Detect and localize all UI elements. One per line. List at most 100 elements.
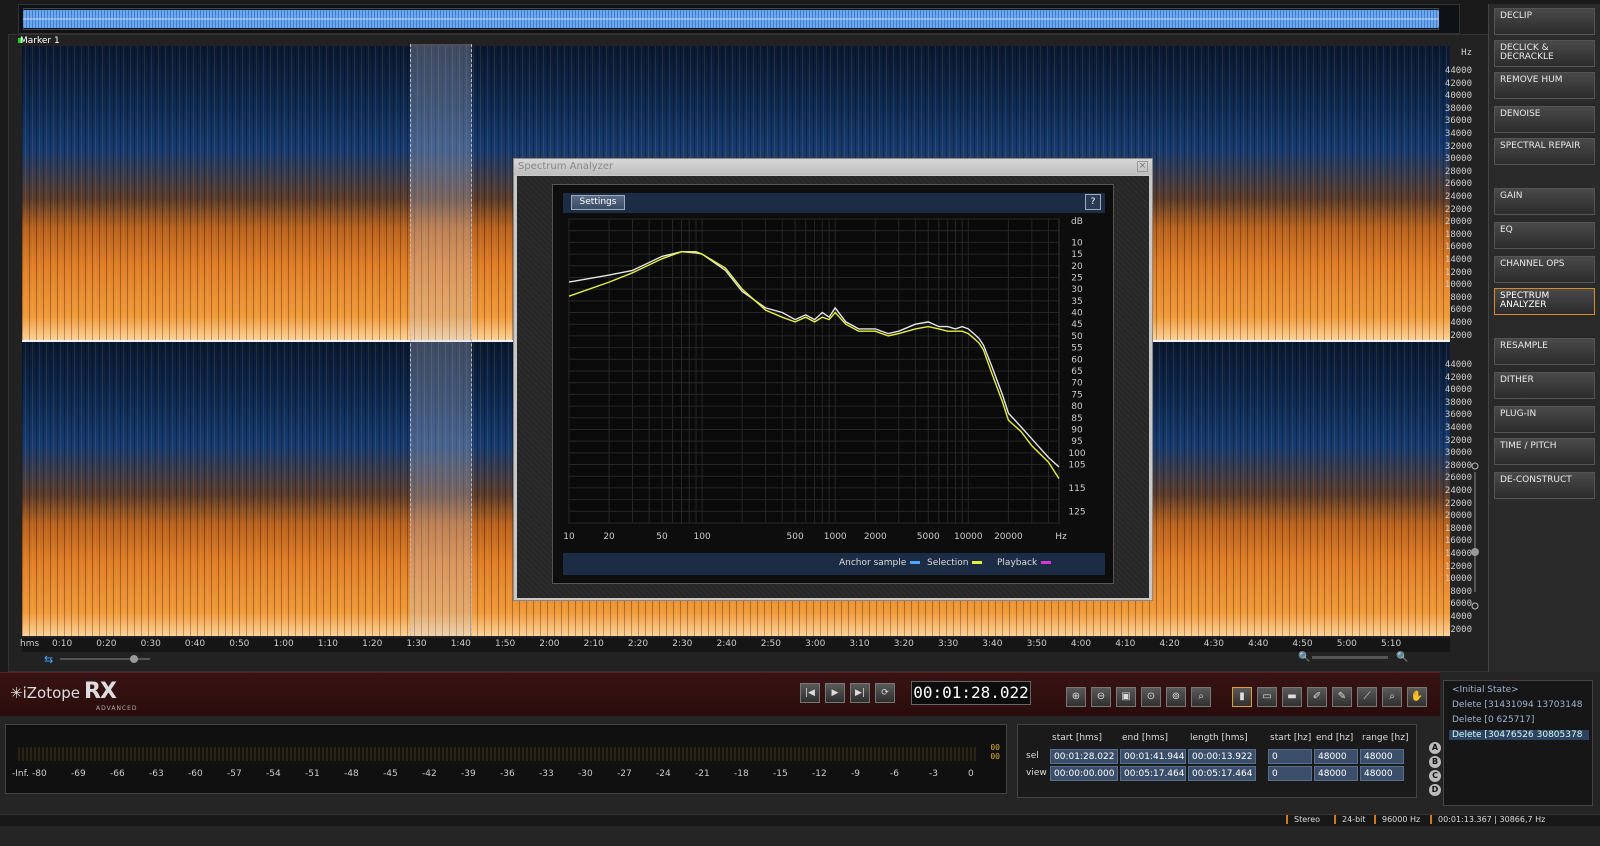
x-tick-label: 10 [563,532,575,542]
zoom-out-icon[interactable]: 🔍 [1298,652,1310,663]
time-tick: 0:50 [229,639,250,649]
go-to-start-button[interactable]: |◀ [800,683,820,703]
meter-scale-label: -3 [929,769,938,779]
spectrum-analyzer-window[interactable]: Spectrum Analyzer × Settings ? 10 15 20 25 3… [513,158,1153,601]
overview-view-window[interactable] [23,8,1439,30]
view-end-field[interactable]: 00:05:17.464 [1120,766,1186,781]
play-button[interactable]: ▶ [825,683,845,703]
module-button-time-pitch[interactable]: Time / Pitch [1494,438,1595,465]
lasso-tool[interactable]: ✐ [1307,687,1327,707]
time-tick: 5:10 [1381,639,1402,649]
box-select-tool[interactable]: ▭ [1257,687,1277,707]
x-tick-label: 20 [603,532,615,542]
module-button-channel-ops[interactable]: Channel Ops [1494,256,1595,283]
zoom-fit-tool[interactable]: ⌕ [1191,687,1211,707]
history-tab-c[interactable]: C [1429,770,1441,782]
time-tick: 1:10 [317,639,339,649]
sel-start-field[interactable]: 00:01:28.022 [1050,749,1118,764]
y-tick-label: 20 [1071,262,1083,272]
hz-label: 32000 [1444,141,1472,152]
brush-tool[interactable]: ✎ [1332,687,1352,707]
magnify-tool[interactable]: ⌕ [1382,687,1402,707]
horizontal-zoom-slider[interactable] [60,655,150,663]
time-selection[interactable] [410,44,472,636]
view-end_hz-field[interactable]: 48000 [1314,766,1358,781]
freq-select-tool[interactable]: ▬ [1282,687,1302,707]
history-item[interactable]: Delete [30476526 30805378 [1449,730,1589,740]
sel-end-field[interactable]: 00:01:41.944 [1120,749,1186,764]
history-tab-a[interactable]: A [1429,742,1441,754]
legend-playback: Playback [997,558,1052,568]
undo-history-panel: <Initial State> Delete [31431094 13703148… [1443,680,1593,806]
module-button-spectral-repair[interactable]: Spectral Repair [1494,138,1595,165]
zoom-time-tool[interactable]: ⊙ [1141,687,1161,707]
sel-range_hz-field[interactable]: 48000 [1360,749,1404,764]
module-button-eq[interactable]: EQ [1494,222,1595,249]
close-icon[interactable]: × [1137,161,1148,172]
time-tick: 3:40 [982,639,1003,649]
vertical-zoom-slider[interactable] [1468,462,1482,612]
play-selection-icon: ▶| [855,688,865,698]
x-tick-label: 5000 [917,532,940,542]
window-title[interactable]: Spectrum Analyzer [514,159,1152,175]
zoom-out-tool[interactable]: ⊖ [1091,687,1111,707]
magic-wand-tool[interactable]: ⟋ [1357,687,1377,707]
chart-legend: Anchor sample Selection Playback [563,553,1105,575]
loop-button[interactable]: ⟳ [875,683,895,703]
hand-tool[interactable]: ✋ [1407,687,1427,707]
meter-scale-label: -80 [32,769,47,779]
play-selection-button[interactable]: ▶| [850,683,870,703]
settings-button[interactable]: Settings [571,195,625,210]
history-item[interactable]: <Initial State> [1452,685,1588,695]
y-tick-label: 115 [1068,484,1085,494]
zoom-freq-tool[interactable]: ⊚ [1166,687,1186,707]
peak-readout[interactable]: 00 00 [990,743,1000,761]
module-button-declick-decrackle[interactable]: Declick & Decrackle [1494,40,1595,67]
module-button-spectrum-analyzer[interactable]: Spectrum Analyzer [1494,288,1595,315]
spectrum-chart[interactable]: 1015202530354045505560657075808590951001… [563,213,1105,553]
module-button-resample[interactable]: Resample [1494,338,1595,365]
frequency-zoom-slider[interactable] [1312,656,1388,659]
module-button-declip[interactable]: Declip [1494,8,1595,35]
time-select-tool[interactable]: ▮ [1232,687,1252,707]
view-start-field[interactable]: 00:00:00.000 [1050,766,1118,781]
sel-start_hz-field[interactable]: 0 [1268,749,1312,764]
logo-star-icon: ✳ [10,684,23,702]
waveform-overview[interactable] [18,4,1460,34]
column-header: start [hms] [1052,733,1103,743]
zoom-selection-tool[interactable]: ▣ [1116,687,1136,707]
zoom-fit-icon: ⌕ [1198,691,1204,702]
magnifier-plus-icon: ⊕ [1071,691,1081,702]
time-ruler[interactable]: hms 0:10 0:20 0:30 0:40 0:50 1:00 1:10 1:20 1:30 1… [20,638,1450,652]
history-tab-d[interactable]: D [1429,784,1441,796]
row-label-sel: sel [1026,751,1039,761]
time-tick: 1:00 [273,639,294,649]
module-button-dither[interactable]: Dither [1494,372,1595,399]
sel-length-field[interactable]: 00:00:13.922 [1188,749,1256,764]
bottom-panel: ✳iZotope RX ADVANCED |◀ ▶ ▶| ⟳ 00:01:28.0… [0,672,1600,846]
history-item[interactable]: Delete [31431094 13703148 [1452,700,1588,710]
history-item[interactable]: Delete [0 625717] [1452,715,1588,725]
zoom-in-tool[interactable]: ⊕ [1066,687,1086,707]
view-length-field[interactable]: 00:05:17.464 [1188,766,1256,781]
meter-scale-label: -21 [695,769,710,779]
module-button-plug-in[interactable]: Plug-In [1494,406,1595,433]
meter-scale-label: -24 [656,769,671,779]
zoom-in-icon[interactable]: 🔍 [1396,652,1408,663]
marker-label[interactable]: Marker 1 [20,36,60,46]
scroll-left-icon[interactable]: ⇆ [44,653,53,666]
history-tab-b[interactable]: B [1429,756,1441,768]
window-body: Settings ? 10 15 20 25 30 35 40 45 50 55 60 65 70 75 8… [517,176,1149,598]
module-button-denoise[interactable]: Denoise [1494,106,1595,133]
module-button-de-construct[interactable]: De-construct [1494,472,1595,499]
hz-label: 30000 [1444,154,1472,165]
module-button-gain[interactable]: Gain [1494,188,1595,215]
sel-end_hz-field[interactable]: 48000 [1314,749,1358,764]
module-button-remove-hum[interactable]: Remove Hum [1494,72,1595,99]
view-start_hz-field[interactable]: 0 [1268,766,1312,781]
meter-scale-label: -45 [383,769,398,779]
help-button[interactable]: ? [1085,194,1101,210]
hz-label: 40000 [1444,91,1472,102]
view-range_hz-field[interactable]: 48000 [1360,766,1404,781]
y-tick-label: 100 [1068,449,1085,459]
